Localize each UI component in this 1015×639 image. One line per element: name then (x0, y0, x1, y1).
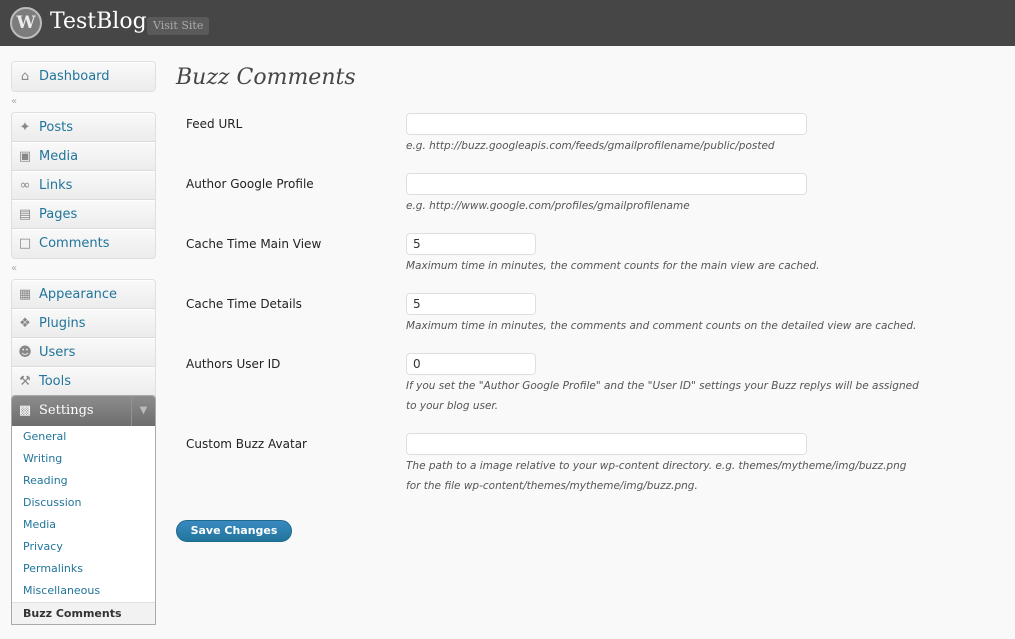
field-description: e.g. http://www.google.com/profiles/gmai… (406, 200, 690, 212)
sidebar-item-label: Tools (39, 374, 72, 389)
cache-time-main-view-input[interactable] (406, 233, 536, 255)
home-icon: ⌂ (20, 69, 30, 84)
admin-header: W TestBlog Visit Site (0, 0, 1015, 46)
feed-url-input[interactable] (406, 113, 807, 135)
sidebar-item-plugins[interactable]: ❖ Plugins (12, 309, 155, 338)
field-description: Maximum time in minutes, the comments an… (406, 320, 917, 332)
menu-group-settings: ▩ Settings ▼ General Writing Reading Dis… (11, 395, 156, 625)
sidebar-item-label: Plugins (39, 316, 86, 331)
custom-buzz-avatar-input[interactable] (406, 433, 807, 455)
field-description: for the file wp-content/themes/mytheme/i… (406, 480, 698, 492)
sidebar-item-label: Comments (39, 236, 110, 251)
chevron-down-icon[interactable]: ▼ (131, 396, 155, 426)
pin-icon: ✦ (19, 120, 31, 135)
sidebar-item-label: Appearance (39, 287, 118, 302)
sidebar-item-tools[interactable]: ⚒ Tools (12, 367, 155, 396)
sidebar-item-settings[interactable]: ▩ Settings ▼ (12, 396, 155, 426)
users-icon: ☻ (18, 345, 32, 360)
comment-icon: □ (18, 236, 32, 251)
authors-user-id-input[interactable] (406, 353, 536, 375)
collapse-separator-icon[interactable]: « (11, 264, 21, 274)
field-description: Maximum time in minutes, the comment cou… (406, 260, 820, 272)
submenu-item-buzz-comments[interactable]: Buzz Comments (12, 602, 155, 624)
submenu-item-writing[interactable]: Writing (12, 448, 155, 470)
sidebar-item-media[interactable]: ▣ Media (12, 142, 155, 171)
save-changes-button[interactable]: Save Changes (176, 520, 292, 542)
field-description: The path to a image relative to your wp-… (406, 460, 907, 472)
sidebar-item-label: Posts (39, 120, 73, 135)
collapse-separator-icon[interactable]: « (11, 97, 21, 107)
link-icon: ∞ (19, 178, 31, 193)
cache-time-details-input[interactable] (406, 293, 536, 315)
logo-glyph: W (16, 13, 36, 33)
submenu-item-reading[interactable]: Reading (12, 470, 155, 492)
sidebar-item-links[interactable]: ∞ Links (12, 171, 155, 200)
sidebar-item-label: Pages (39, 207, 78, 222)
site-title[interactable]: TestBlog (50, 8, 147, 36)
submenu-item-miscellaneous[interactable]: Miscellaneous (12, 580, 155, 602)
author-google-profile-input[interactable] (406, 173, 807, 195)
field-label: Cache Time Main View (186, 237, 322, 251)
sidebar-item-appearance[interactable]: ▦ Appearance (12, 280, 155, 309)
sidebar-item-dashboard[interactable]: ⌂ Dashboard (12, 62, 155, 91)
field-label: Authors User ID (186, 357, 281, 371)
sidebar-item-label: Dashboard (39, 69, 110, 84)
submenu-item-general[interactable]: General (12, 426, 155, 448)
submenu-item-privacy[interactable]: Privacy (12, 536, 155, 558)
field-description: If you set the "Author Google Profile" a… (406, 380, 919, 392)
plugin-icon: ❖ (19, 316, 31, 331)
sidebar-item-label: Media (39, 149, 79, 164)
field-label: Custom Buzz Avatar (186, 437, 307, 451)
tools-icon: ⚒ (19, 374, 31, 389)
submenu-item-permalinks[interactable]: Permalinks (12, 558, 155, 580)
appearance-icon: ▦ (18, 287, 32, 302)
visit-site-button[interactable]: Visit Site (147, 17, 210, 35)
menu-group-content: ✦ Posts ▣ Media ∞ Links ▤ Pages □ Commen… (11, 112, 156, 259)
wordpress-logo-icon[interactable]: W (10, 7, 42, 39)
field-description: to your blog user. (406, 400, 499, 412)
sidebar-item-comments[interactable]: □ Comments (12, 229, 155, 258)
media-icon: ▣ (18, 149, 32, 164)
submenu-item-media[interactable]: Media (12, 514, 155, 536)
sidebar-item-label: Users (39, 345, 76, 360)
sidebar-item-pages[interactable]: ▤ Pages (12, 200, 155, 229)
field-label: Author Google Profile (186, 177, 314, 191)
sidebar-item-label: Settings (39, 403, 94, 418)
menu-group-admin: ▦ Appearance ❖ Plugins ☻ Users ⚒ Tools (11, 279, 156, 397)
field-label: Cache Time Details (186, 297, 302, 311)
page-title: Buzz Comments (176, 65, 356, 90)
settings-icon: ▩ (18, 403, 32, 418)
submenu-item-discussion[interactable]: Discussion (12, 492, 155, 514)
sidebar-item-label: Links (39, 178, 73, 193)
sidebar-item-posts[interactable]: ✦ Posts (12, 113, 155, 142)
menu-group-dashboard: ⌂ Dashboard (11, 61, 156, 92)
sidebar-item-users[interactable]: ☻ Users (12, 338, 155, 367)
field-description: e.g. http://buzz.googleapis.com/feeds/gm… (406, 140, 775, 152)
pages-icon: ▤ (18, 207, 32, 222)
field-label: Feed URL (186, 117, 243, 131)
